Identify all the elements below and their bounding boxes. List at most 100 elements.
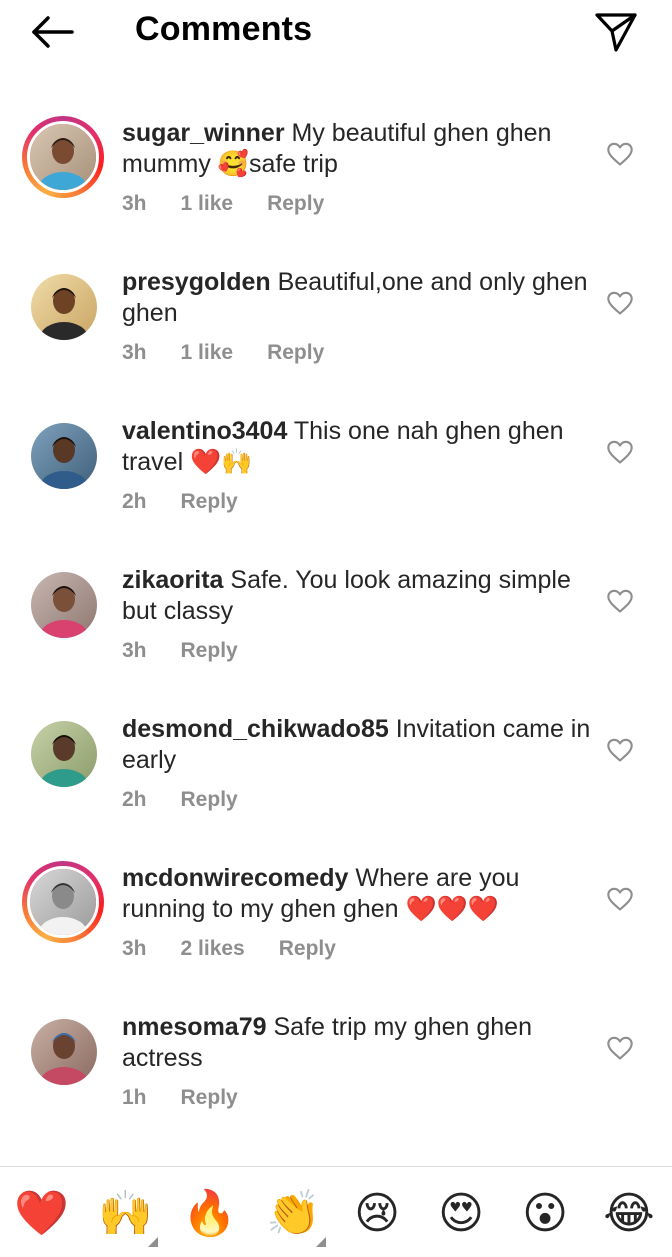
avatar[interactable] [31, 423, 97, 489]
comment-item: mcdonwirecomedy Where are you running to… [0, 841, 672, 990]
comment-time: 3h [122, 341, 147, 364]
comment-meta: 1h Reply [122, 1086, 592, 1110]
avatar[interactable] [27, 121, 99, 193]
comment-username[interactable]: mcdonwirecomedy [122, 864, 348, 892]
avatar-frame[interactable] [22, 414, 104, 496]
reply-button[interactable]: Reply [267, 341, 324, 364]
emoji-glyph: 🙌 [98, 1189, 153, 1238]
avatar[interactable] [31, 1019, 97, 1085]
heart-icon [607, 440, 633, 464]
back-button[interactable] [28, 12, 76, 52]
tears-of-joy-emoji[interactable]: 😂 [602, 1187, 656, 1241]
comment-body: presygolden Beautiful,one and only ghen … [122, 267, 592, 365]
comment-item: sugar_winner My beautiful ghen ghen mumm… [0, 96, 672, 245]
skin-tone-variants-icon [148, 1237, 158, 1247]
comment-username[interactable]: presygolden [122, 268, 271, 296]
avatar-image [31, 1019, 97, 1085]
comment-time: 3h [122, 937, 147, 960]
avatar-frame[interactable] [22, 265, 104, 347]
like-comment-button[interactable] [606, 140, 634, 168]
comment-likes-count[interactable]: 2 likes [181, 937, 245, 960]
comment-username[interactable]: zikaorita [122, 566, 223, 594]
red-heart-emoji[interactable]: ❤️ [14, 1187, 69, 1241]
comment-meta: 2h Reply [122, 788, 592, 812]
comment-username[interactable]: sugar_winner [122, 119, 285, 147]
heart-icon [607, 291, 633, 315]
story-ring[interactable] [22, 861, 104, 943]
avatar-image [31, 274, 97, 340]
avatar-image [30, 124, 96, 190]
emoji-glyph: 😢 [354, 1189, 400, 1238]
clapping-hands-emoji[interactable]: 👏 [266, 1187, 326, 1247]
heart-icon [607, 887, 633, 911]
comment-time: 3h [122, 192, 147, 215]
paper-plane-icon [595, 13, 637, 52]
emoji-glyph: 😮 [522, 1189, 568, 1238]
story-ring[interactable] [22, 116, 104, 198]
comment-likes-count[interactable]: 1 like [181, 192, 234, 215]
comment-body: nmesoma79 Safe trip my ghen ghen actress… [122, 1012, 592, 1110]
avatar-frame[interactable] [22, 563, 104, 645]
reply-button[interactable]: Reply [181, 639, 238, 662]
avatar[interactable] [31, 721, 97, 787]
fire-emoji[interactable]: 🔥 [182, 1187, 237, 1241]
emoji-glyph: ❤️ [14, 1189, 69, 1238]
comment-list: sugar_winner My beautiful ghen ghen mumm… [0, 96, 672, 1139]
avatar-image [31, 572, 97, 638]
comment-text-block: zikaorita Safe. You look amazing simple … [122, 565, 592, 627]
like-comment-button[interactable] [606, 587, 634, 615]
like-comment-button[interactable] [606, 289, 634, 317]
avatar-frame[interactable] [22, 1010, 104, 1092]
like-comment-button[interactable] [606, 885, 634, 913]
comment-username[interactable]: desmond_chikwado85 [122, 715, 389, 743]
avatar[interactable] [31, 274, 97, 340]
heart-icon [607, 589, 633, 613]
share-button[interactable] [594, 10, 638, 54]
reply-button[interactable]: Reply [181, 490, 238, 513]
top-bar: Comments [0, 0, 672, 64]
reply-button[interactable]: Reply [181, 1086, 238, 1109]
emoji-glyph: 😂 [603, 1189, 655, 1238]
emoji-glyph: 🔥 [182, 1189, 237, 1238]
comment-item: desmond_chikwado85 Invitation came in ea… [0, 692, 672, 841]
avatar-frame[interactable] [22, 712, 104, 794]
reply-button[interactable]: Reply [279, 937, 336, 960]
like-comment-button[interactable] [606, 1034, 634, 1062]
comment-time: 1h [122, 1086, 147, 1109]
crying-face-emoji[interactable]: 😢 [350, 1187, 404, 1241]
comment-username[interactable]: valentino3404 [122, 417, 287, 445]
comment-time: 2h [122, 490, 147, 513]
avatar[interactable] [31, 572, 97, 638]
heart-icon [607, 1036, 633, 1060]
avatar[interactable] [27, 866, 99, 938]
raising-hands-emoji[interactable]: 🙌 [98, 1187, 158, 1247]
comment-time: 3h [122, 639, 147, 662]
heart-icon [607, 142, 633, 166]
comment-meta: 3h 1 like Reply [122, 192, 592, 216]
emoji-glyph: 👏 [266, 1189, 321, 1238]
comment-text-block: sugar_winner My beautiful ghen ghen mumm… [122, 118, 592, 180]
comment-time: 2h [122, 788, 147, 811]
avatar-image [31, 721, 97, 787]
comment-body: sugar_winner My beautiful ghen ghen mumm… [122, 118, 592, 216]
emoji-glyph: 😍 [438, 1189, 484, 1238]
comment-username[interactable]: nmesoma79 [122, 1013, 267, 1041]
skin-tone-variants-icon [316, 1237, 326, 1247]
comment-item: nmesoma79 Safe trip my ghen ghen actress… [0, 990, 672, 1139]
heart-eyes-emoji[interactable]: 😍 [434, 1187, 488, 1241]
arrow-left-icon [32, 16, 74, 48]
comment-text-block: desmond_chikwado85 Invitation came in ea… [122, 714, 592, 776]
comment-likes-count[interactable]: 1 like [181, 341, 234, 364]
like-comment-button[interactable] [606, 736, 634, 764]
comment-body: zikaorita Safe. You look amazing simple … [122, 565, 592, 663]
comment-text-block: mcdonwirecomedy Where are you running to… [122, 863, 592, 925]
comment-meta: 3h 2 likes Reply [122, 937, 592, 961]
surprised-face-emoji[interactable]: 😮 [518, 1187, 572, 1241]
comment-meta: 2h Reply [122, 490, 592, 514]
reply-button[interactable]: Reply [267, 192, 324, 215]
reply-button[interactable]: Reply [181, 788, 238, 811]
comment-body: valentino3404 This one nah ghen ghen tra… [122, 416, 592, 514]
like-comment-button[interactable] [606, 438, 634, 466]
comment-text-block: presygolden Beautiful,one and only ghen … [122, 267, 592, 329]
comment-meta: 3h Reply [122, 639, 592, 663]
